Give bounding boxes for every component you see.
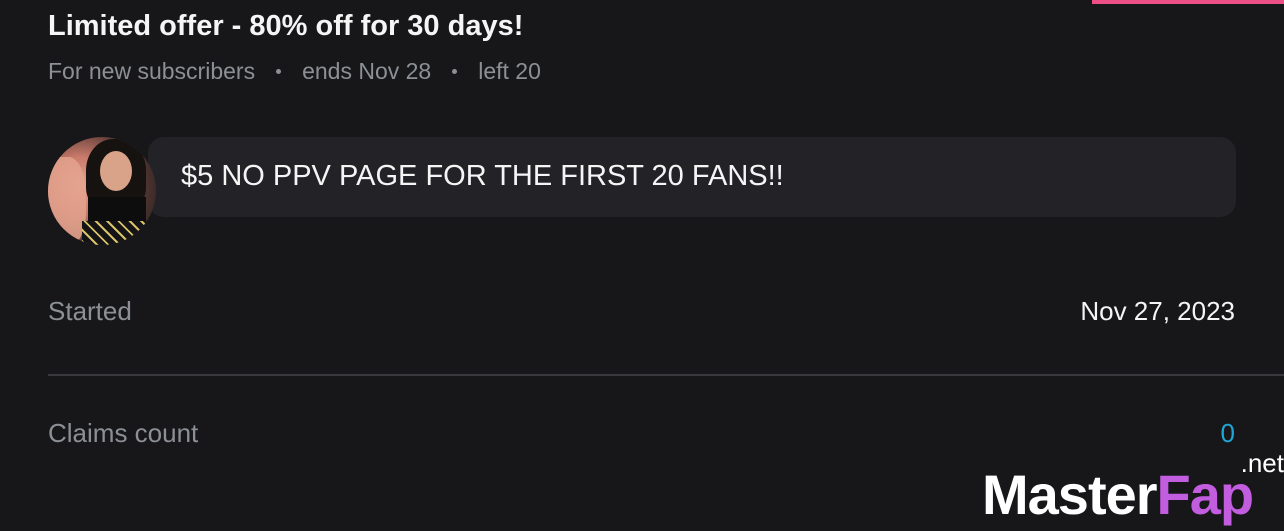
watermark-main: Master: [982, 463, 1158, 526]
separator-dot-icon: [452, 69, 458, 74]
offer-remaining: left 20: [478, 58, 541, 84]
started-value: Nov 27, 2023: [1080, 296, 1235, 326]
avatar-photo-detail: [48, 157, 86, 245]
started-label: Started: [48, 296, 132, 326]
claims-row: Claims count 0: [48, 418, 1235, 449]
watermark-accent: Fap: [1156, 463, 1255, 526]
offer-details-page: Limited offer - 80% off for 30 days! For…: [0, 0, 1284, 531]
separator-dot-icon: [276, 69, 282, 74]
offer-title: Limited offer - 80% off for 30 days!: [48, 10, 524, 42]
offer-message-row: $5 NO PPV PAGE FOR THE FIRST 20 FANS!!: [48, 137, 1236, 247]
watermark-logo: .net MasterFap: [982, 452, 1284, 531]
avatar-photo-detail: [82, 221, 150, 245]
avatar[interactable]: [48, 137, 156, 245]
watermark-text: MasterFap: [982, 462, 1255, 527]
claims-count[interactable]: 0: [1221, 418, 1235, 449]
divider: [48, 374, 1284, 376]
avatar-photo-detail: [88, 197, 146, 221]
offer-audience: For new subscribers: [48, 58, 256, 84]
top-accent-bar: [1092, 0, 1284, 4]
started-row: Started Nov 27, 2023: [48, 296, 1235, 327]
offer-end-date: ends Nov 28: [302, 58, 432, 84]
offer-meta: For new subscribers ends Nov 28 left 20: [48, 58, 541, 85]
avatar-photo-detail: [100, 151, 132, 191]
claims-label: Claims count: [48, 418, 199, 448]
message-text: $5 NO PPV PAGE FOR THE FIRST 20 FANS!!: [181, 160, 784, 192]
